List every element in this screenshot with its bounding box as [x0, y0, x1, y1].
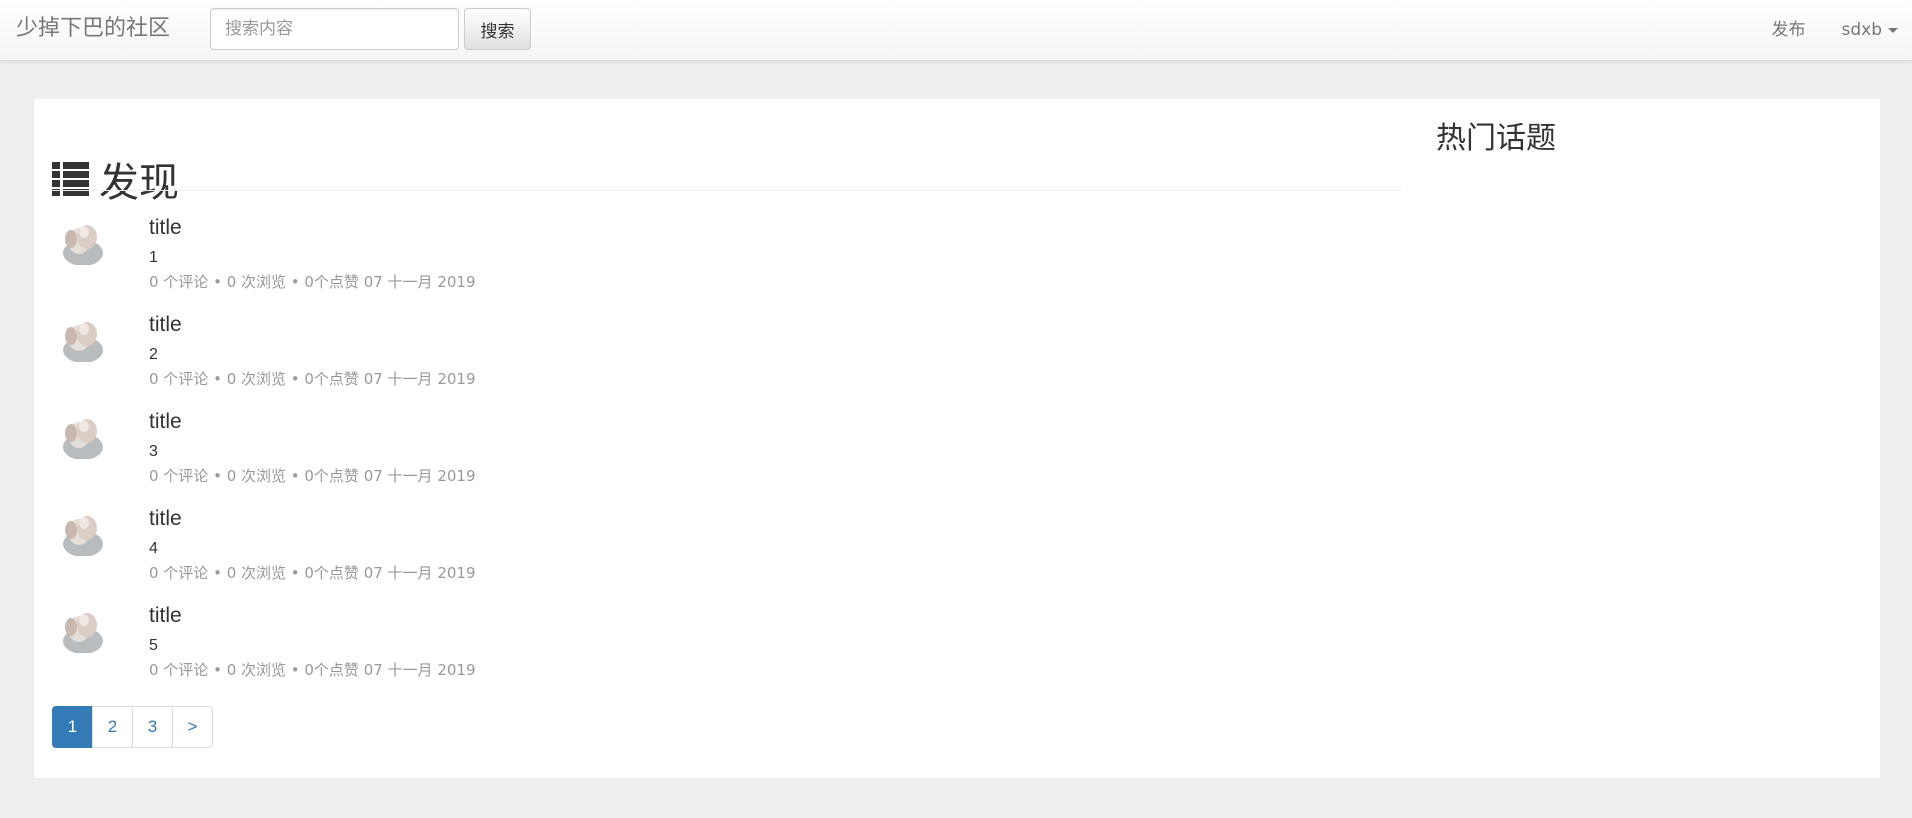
user-avatar[interactable] [57, 508, 105, 556]
question-title-link[interactable]: title [149, 507, 182, 531]
avatar-image [57, 508, 105, 556]
question-item: title 1 0 个评论 • 0 次浏览 • 0个点赞 07 十一月 2019 [52, 216, 1402, 313]
user-avatar[interactable] [57, 411, 105, 459]
navbar-right: 发布 sdxb [1754, 0, 1912, 60]
pagination-item: 3 [132, 706, 173, 748]
question-meta: 0 个评论 • 0 次浏览 • 0个点赞 07 十一月 2019 [149, 467, 476, 485]
brand-logo-link[interactable]: 少掉下巴的社区 [16, 16, 170, 42]
question-description: 4 [149, 540, 158, 557]
pagination-item: > [172, 706, 213, 748]
username-label: sdxb [1841, 20, 1883, 40]
question-description: 1 [149, 249, 158, 266]
question-title-link[interactable]: title [149, 410, 182, 434]
question-meta: 0 个评论 • 0 次浏览 • 0个点赞 07 十一月 2019 [149, 564, 476, 582]
user-avatar[interactable] [57, 605, 105, 653]
question-item: title 4 0 个评论 • 0 次浏览 • 0个点赞 07 十一月 2019 [52, 507, 1402, 604]
page-link-1[interactable]: 1 [52, 706, 93, 748]
page-title: 发现 [52, 154, 179, 206]
question-description: 3 [149, 443, 158, 460]
hot-topics-title: 热门话题 [1436, 121, 1556, 156]
question-list: title 1 0 个评论 • 0 次浏览 • 0个点赞 07 十一月 2019… [52, 216, 1402, 701]
caret-down-icon [1888, 27, 1898, 33]
user-menu-dropdown[interactable]: sdxb [1824, 0, 1912, 60]
page-link-2[interactable]: 2 [92, 706, 133, 748]
avatar-image [57, 217, 105, 265]
question-title-link[interactable]: title [149, 604, 182, 628]
avatar-image [57, 314, 105, 362]
publish-link[interactable]: 发布 [1754, 0, 1824, 60]
user-avatar[interactable] [57, 314, 105, 362]
title-divider [52, 190, 1402, 191]
question-description: 5 [149, 637, 158, 654]
question-item: title 2 0 个评论 • 0 次浏览 • 0个点赞 07 十一月 2019 [52, 313, 1402, 410]
page-link-next[interactable]: > [172, 706, 213, 748]
question-item: title 3 0 个评论 • 0 次浏览 • 0个点赞 07 十一月 2019 [52, 410, 1402, 507]
search-input[interactable] [210, 8, 459, 50]
top-navbar: 少掉下巴的社区 搜索 发布 sdxb [0, 0, 1912, 61]
question-title-link[interactable]: title [149, 216, 182, 240]
avatar-image [57, 411, 105, 459]
question-meta: 0 个评论 • 0 次浏览 • 0个点赞 07 十一月 2019 [149, 661, 476, 679]
question-meta: 0 个评论 • 0 次浏览 • 0个点赞 07 十一月 2019 [149, 273, 476, 291]
question-meta: 0 个评论 • 0 次浏览 • 0个点赞 07 十一月 2019 [149, 370, 476, 388]
page-link-3[interactable]: 3 [132, 706, 173, 748]
pagination-item: 2 [92, 706, 133, 748]
search-button[interactable]: 搜索 [464, 8, 531, 50]
pagination: 1 2 3 > [52, 706, 213, 748]
list-icon [52, 162, 89, 197]
question-title-link[interactable]: title [149, 313, 182, 337]
main-container: 发现 title 1 0 个评论 • 0 次浏览 • 0个点赞 07 十一月 2… [34, 99, 1880, 778]
pagination-item: 1 [52, 706, 93, 748]
page-title-text: 发现 [99, 160, 179, 207]
question-item: title 5 0 个评论 • 0 次浏览 • 0个点赞 07 十一月 2019 [52, 604, 1402, 701]
avatar-image [57, 605, 105, 653]
user-avatar[interactable] [57, 217, 105, 265]
question-description: 2 [149, 346, 158, 363]
